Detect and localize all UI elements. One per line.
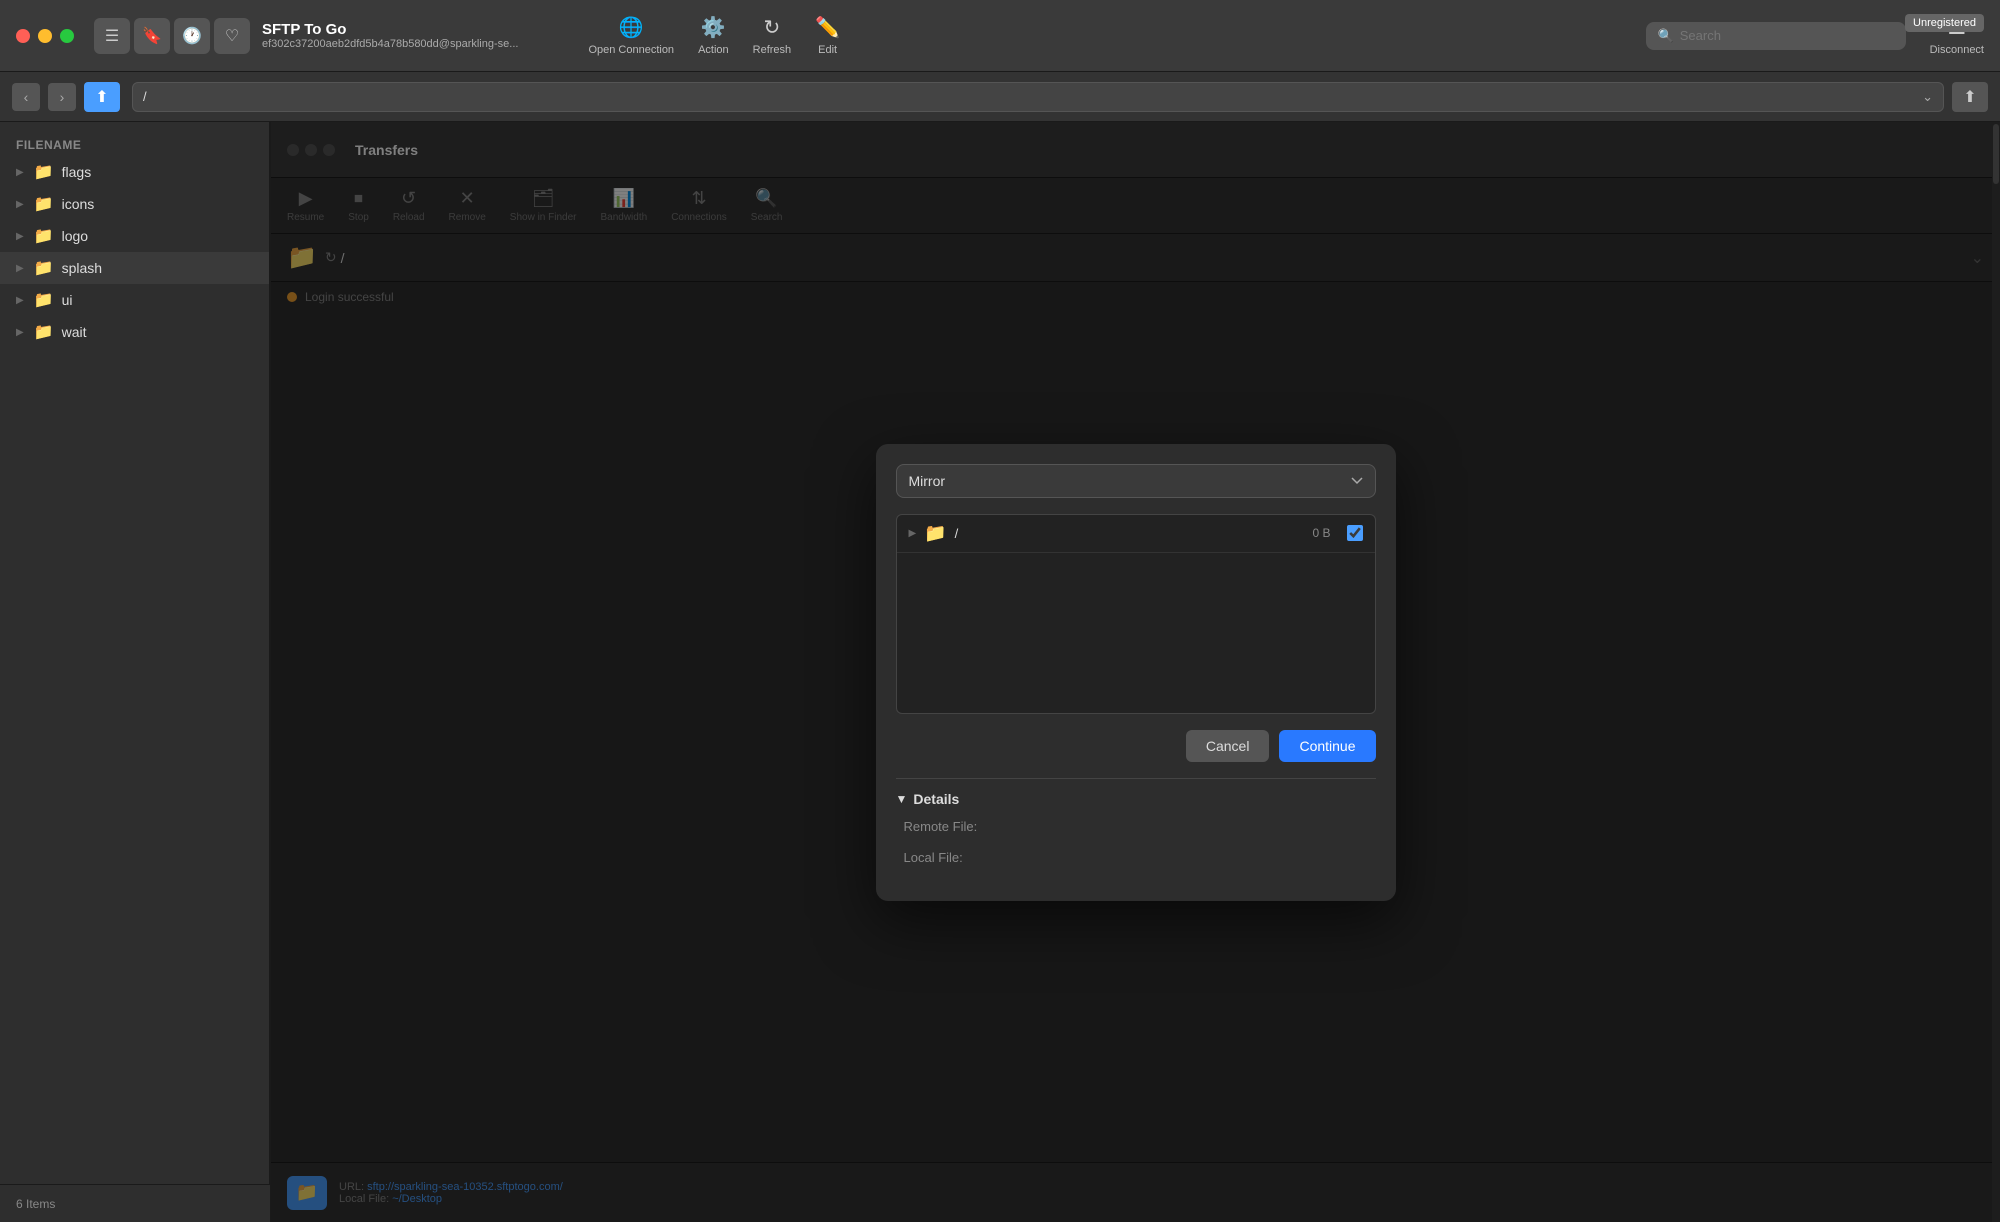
main-layout: Filename ▶ 📁 flags ▶ 📁 icons ▶ 📁 logo ▶ …: [0, 122, 2000, 1222]
folder-icon: 📁: [34, 290, 54, 310]
folder-icon: 📁: [34, 258, 54, 278]
history-button[interactable]: 🕐: [174, 18, 210, 54]
local-file-row-dialog: Local File:: [904, 850, 1376, 865]
sidebar-item-label: flags: [62, 164, 92, 180]
sidebar-item-label: logo: [62, 228, 88, 244]
forward-button[interactable]: ›: [48, 83, 76, 111]
window-controls: [16, 29, 74, 43]
navbar: ‹ › ⬆ / ⌄ ⬆: [0, 72, 2000, 122]
content-area: Transfers ▶ Resume ⏹ Stop ↺ Reload ✕: [270, 122, 2000, 1222]
details-toggle-label: Details: [913, 791, 959, 807]
dialog-overlay: Mirror Upload Download Sync ▶ 📁 / 0 B: [271, 122, 2000, 1222]
dialog: Mirror Upload Download Sync ▶ 📁 / 0 B: [876, 444, 1396, 901]
bookmarks-button[interactable]: 🔖: [134, 18, 170, 54]
app-subtitle: ef302c37200aeb2dfd5b4a78b580dd@sparkling…: [262, 38, 518, 50]
back-button[interactable]: ‹: [12, 83, 40, 111]
file-name: /: [955, 526, 1305, 541]
history-icon: 🕐: [182, 26, 202, 46]
sidebar-item-flags[interactable]: ▶ 📁 flags: [0, 156, 269, 188]
sidebar-item-splash[interactable]: ▶ 📁 splash: [0, 252, 269, 284]
app-name: SFTP To Go: [262, 21, 518, 38]
transfers-window: Transfers ▶ Resume ⏹ Stop ↺ Reload ✕: [270, 122, 2000, 1222]
refresh-icon: ↻: [764, 15, 781, 40]
disconnect-label: Disconnect: [1930, 44, 1984, 56]
path-bar[interactable]: / ⌄: [132, 82, 1944, 112]
chevron-icon: ▶: [16, 199, 24, 210]
chevron-icon: ▶: [16, 295, 24, 306]
sidebar-item-logo[interactable]: ▶ 📁 logo: [0, 220, 269, 252]
sidebar-item-wait[interactable]: ▶ 📁 wait: [0, 316, 269, 348]
folder-icon: 📁: [34, 194, 54, 214]
sidebar-item-ui[interactable]: ▶ 📁 ui: [0, 284, 269, 316]
refresh-label: Refresh: [753, 44, 792, 56]
back-icon: ‹: [24, 89, 29, 105]
dialog-file-list: ▶ 📁 / 0 B: [896, 514, 1376, 714]
close-button[interactable]: [16, 29, 30, 43]
action-label: Action: [698, 44, 729, 56]
folder-icon: 📁: [34, 162, 54, 182]
sidebar: Filename ▶ 📁 flags ▶ 📁 icons ▶ 📁 logo ▶ …: [0, 122, 270, 1222]
titlebar-icon-group: ☰ 🔖 🕐 ♡: [94, 18, 250, 54]
file-folder-icon: 📁: [924, 523, 946, 544]
file-checkbox[interactable]: [1347, 525, 1363, 541]
edit-button[interactable]: ✏️ Edit: [815, 15, 840, 56]
table-row[interactable]: ▶ 📁 / 0 B: [897, 515, 1375, 553]
open-connection-label: Open Connection: [588, 44, 674, 56]
details-content: Remote File: Local File:: [896, 819, 1376, 865]
sidebar-header: Filename: [0, 130, 269, 156]
mode-select[interactable]: Mirror Upload Download Sync: [896, 464, 1376, 498]
bookmarks-icon: 🔖: [142, 26, 162, 46]
toolbar-actions: 🌐 Open Connection ⚙️ Action ↻ Refresh ✏️…: [588, 15, 840, 56]
path-text: /: [143, 89, 147, 104]
home-icon: ⬆: [95, 87, 108, 107]
action-icon: ⚙️: [701, 15, 726, 40]
chevron-icon: ▶: [16, 167, 24, 178]
upload-button[interactable]: ⬆: [1952, 82, 1988, 112]
titlebar: ☰ 🔖 🕐 ♡ SFTP To Go ef302c37200aeb2dfd5b4…: [0, 0, 2000, 72]
remote-file-label: Remote File:: [904, 819, 984, 834]
file-chevron-icon[interactable]: ▶: [909, 528, 917, 539]
cancel-button[interactable]: Cancel: [1186, 730, 1270, 762]
details-toggle[interactable]: ▼ Details: [896, 791, 1376, 807]
minimize-button[interactable]: [38, 29, 52, 43]
heart-button[interactable]: ♡: [214, 18, 250, 54]
search-icon: 🔍: [1658, 28, 1674, 44]
sidebar-item-label: icons: [62, 196, 95, 212]
edit-icon: ✏️: [815, 15, 840, 40]
chevron-icon: ▶: [16, 231, 24, 242]
heart-icon: ♡: [225, 26, 239, 46]
dialog-details: ▼ Details Remote File: Local File:: [896, 778, 1376, 865]
upload-icon: ⬆: [1963, 87, 1976, 107]
folder-icon: 📁: [34, 322, 54, 342]
sidebar-item-icons[interactable]: ▶ 📁 icons: [0, 188, 269, 220]
open-connection-icon: 🌐: [619, 15, 644, 40]
search-box[interactable]: 🔍: [1646, 22, 1906, 50]
remote-file-row: Remote File:: [904, 819, 1376, 834]
unregistered-badge: Unregistered: [1905, 14, 1984, 32]
local-file-label-dialog: Local File:: [904, 850, 984, 865]
path-dropdown-icon[interactable]: ⌄: [1922, 89, 1933, 105]
sidebar-toggle-button[interactable]: ☰: [94, 18, 130, 54]
sidebar-item-label: wait: [62, 324, 87, 340]
details-chevron-icon: ▼: [896, 792, 908, 806]
items-count: 6 Items: [16, 1197, 55, 1211]
action-button[interactable]: ⚙️ Action: [698, 15, 729, 56]
continue-button[interactable]: Continue: [1279, 730, 1375, 762]
chevron-icon: ▶: [16, 327, 24, 338]
sidebar-item-label: ui: [62, 292, 73, 308]
edit-label: Edit: [818, 44, 837, 56]
forward-icon: ›: [60, 89, 65, 105]
sidebar-item-label: splash: [62, 260, 102, 276]
refresh-button[interactable]: ↻ Refresh: [753, 15, 792, 56]
maximize-button[interactable]: [60, 29, 74, 43]
app-info: SFTP To Go ef302c37200aeb2dfd5b4a78b580d…: [262, 21, 518, 50]
dialog-actions: Cancel Continue: [896, 730, 1376, 762]
nav-home-icon: ⬆: [84, 82, 120, 112]
chevron-icon: ▶: [16, 263, 24, 274]
file-size: 0 B: [1312, 526, 1330, 540]
search-input[interactable]: [1680, 28, 1894, 43]
open-connection-button[interactable]: 🌐 Open Connection: [588, 15, 674, 56]
sidebar-toggle-icon: ☰: [105, 26, 119, 46]
folder-icon: 📁: [34, 226, 54, 246]
